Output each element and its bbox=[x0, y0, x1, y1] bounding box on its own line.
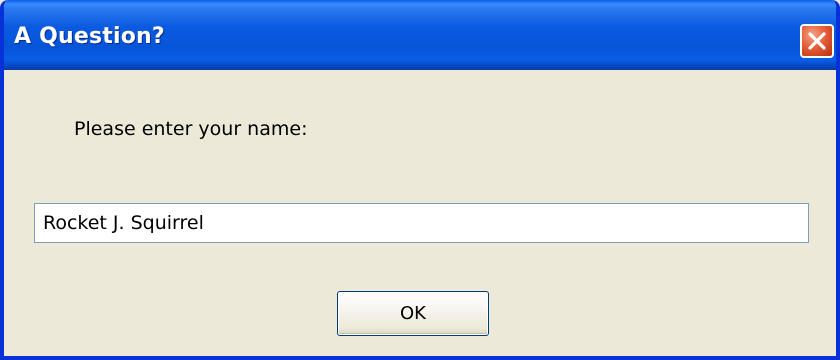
close-button[interactable] bbox=[800, 24, 834, 58]
name-input[interactable] bbox=[34, 203, 809, 243]
ok-button[interactable]: OK bbox=[337, 291, 489, 336]
dialog-title: A Question? bbox=[14, 24, 165, 49]
question-dialog: A Question? Please enter your name: OK bbox=[0, 0, 840, 360]
title-bar[interactable]: A Question? bbox=[4, 0, 836, 70]
prompt-label: Please enter your name: bbox=[74, 118, 308, 140]
close-icon bbox=[808, 32, 826, 50]
